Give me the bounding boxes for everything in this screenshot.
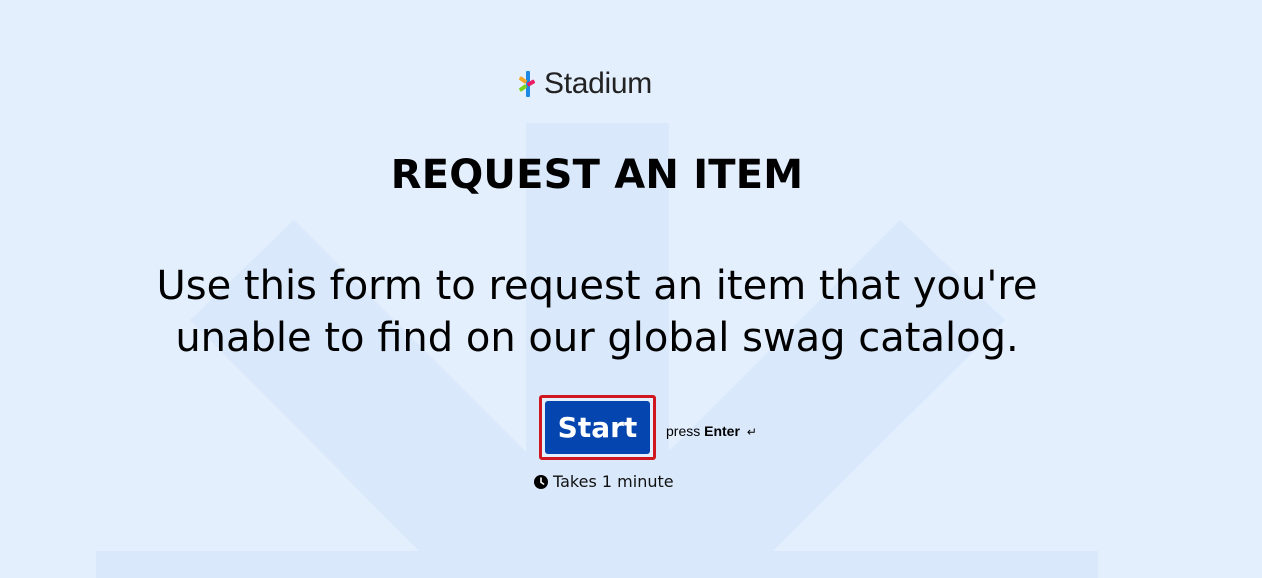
page-title: REQUEST AN ITEM — [390, 152, 804, 198]
hint-key: Enter — [704, 423, 740, 439]
stadium-logo-text: Stadium — [544, 67, 652, 100]
stadium-logo: Stadium — [517, 66, 652, 102]
enter-key-icon: ↵ — [746, 425, 757, 439]
start-button[interactable]: Start — [545, 401, 650, 454]
form-description: Use this form to request an item that yo… — [130, 260, 1064, 364]
description-line-1: Use this form to request an item that yo… — [156, 263, 1038, 309]
duration-info: Takes 1 minute — [534, 472, 674, 491]
hint-prefix: press — [666, 423, 701, 439]
press-enter-hint: press Enter ↵ — [666, 423, 757, 439]
duration-text: Takes 1 minute — [553, 472, 674, 491]
stadium-logo-icon — [518, 71, 536, 97]
start-button-focus-ring: Start — [539, 395, 656, 460]
description-line-2: unable to find on our global swag catalo… — [175, 315, 1019, 361]
clock-icon — [534, 474, 548, 489]
